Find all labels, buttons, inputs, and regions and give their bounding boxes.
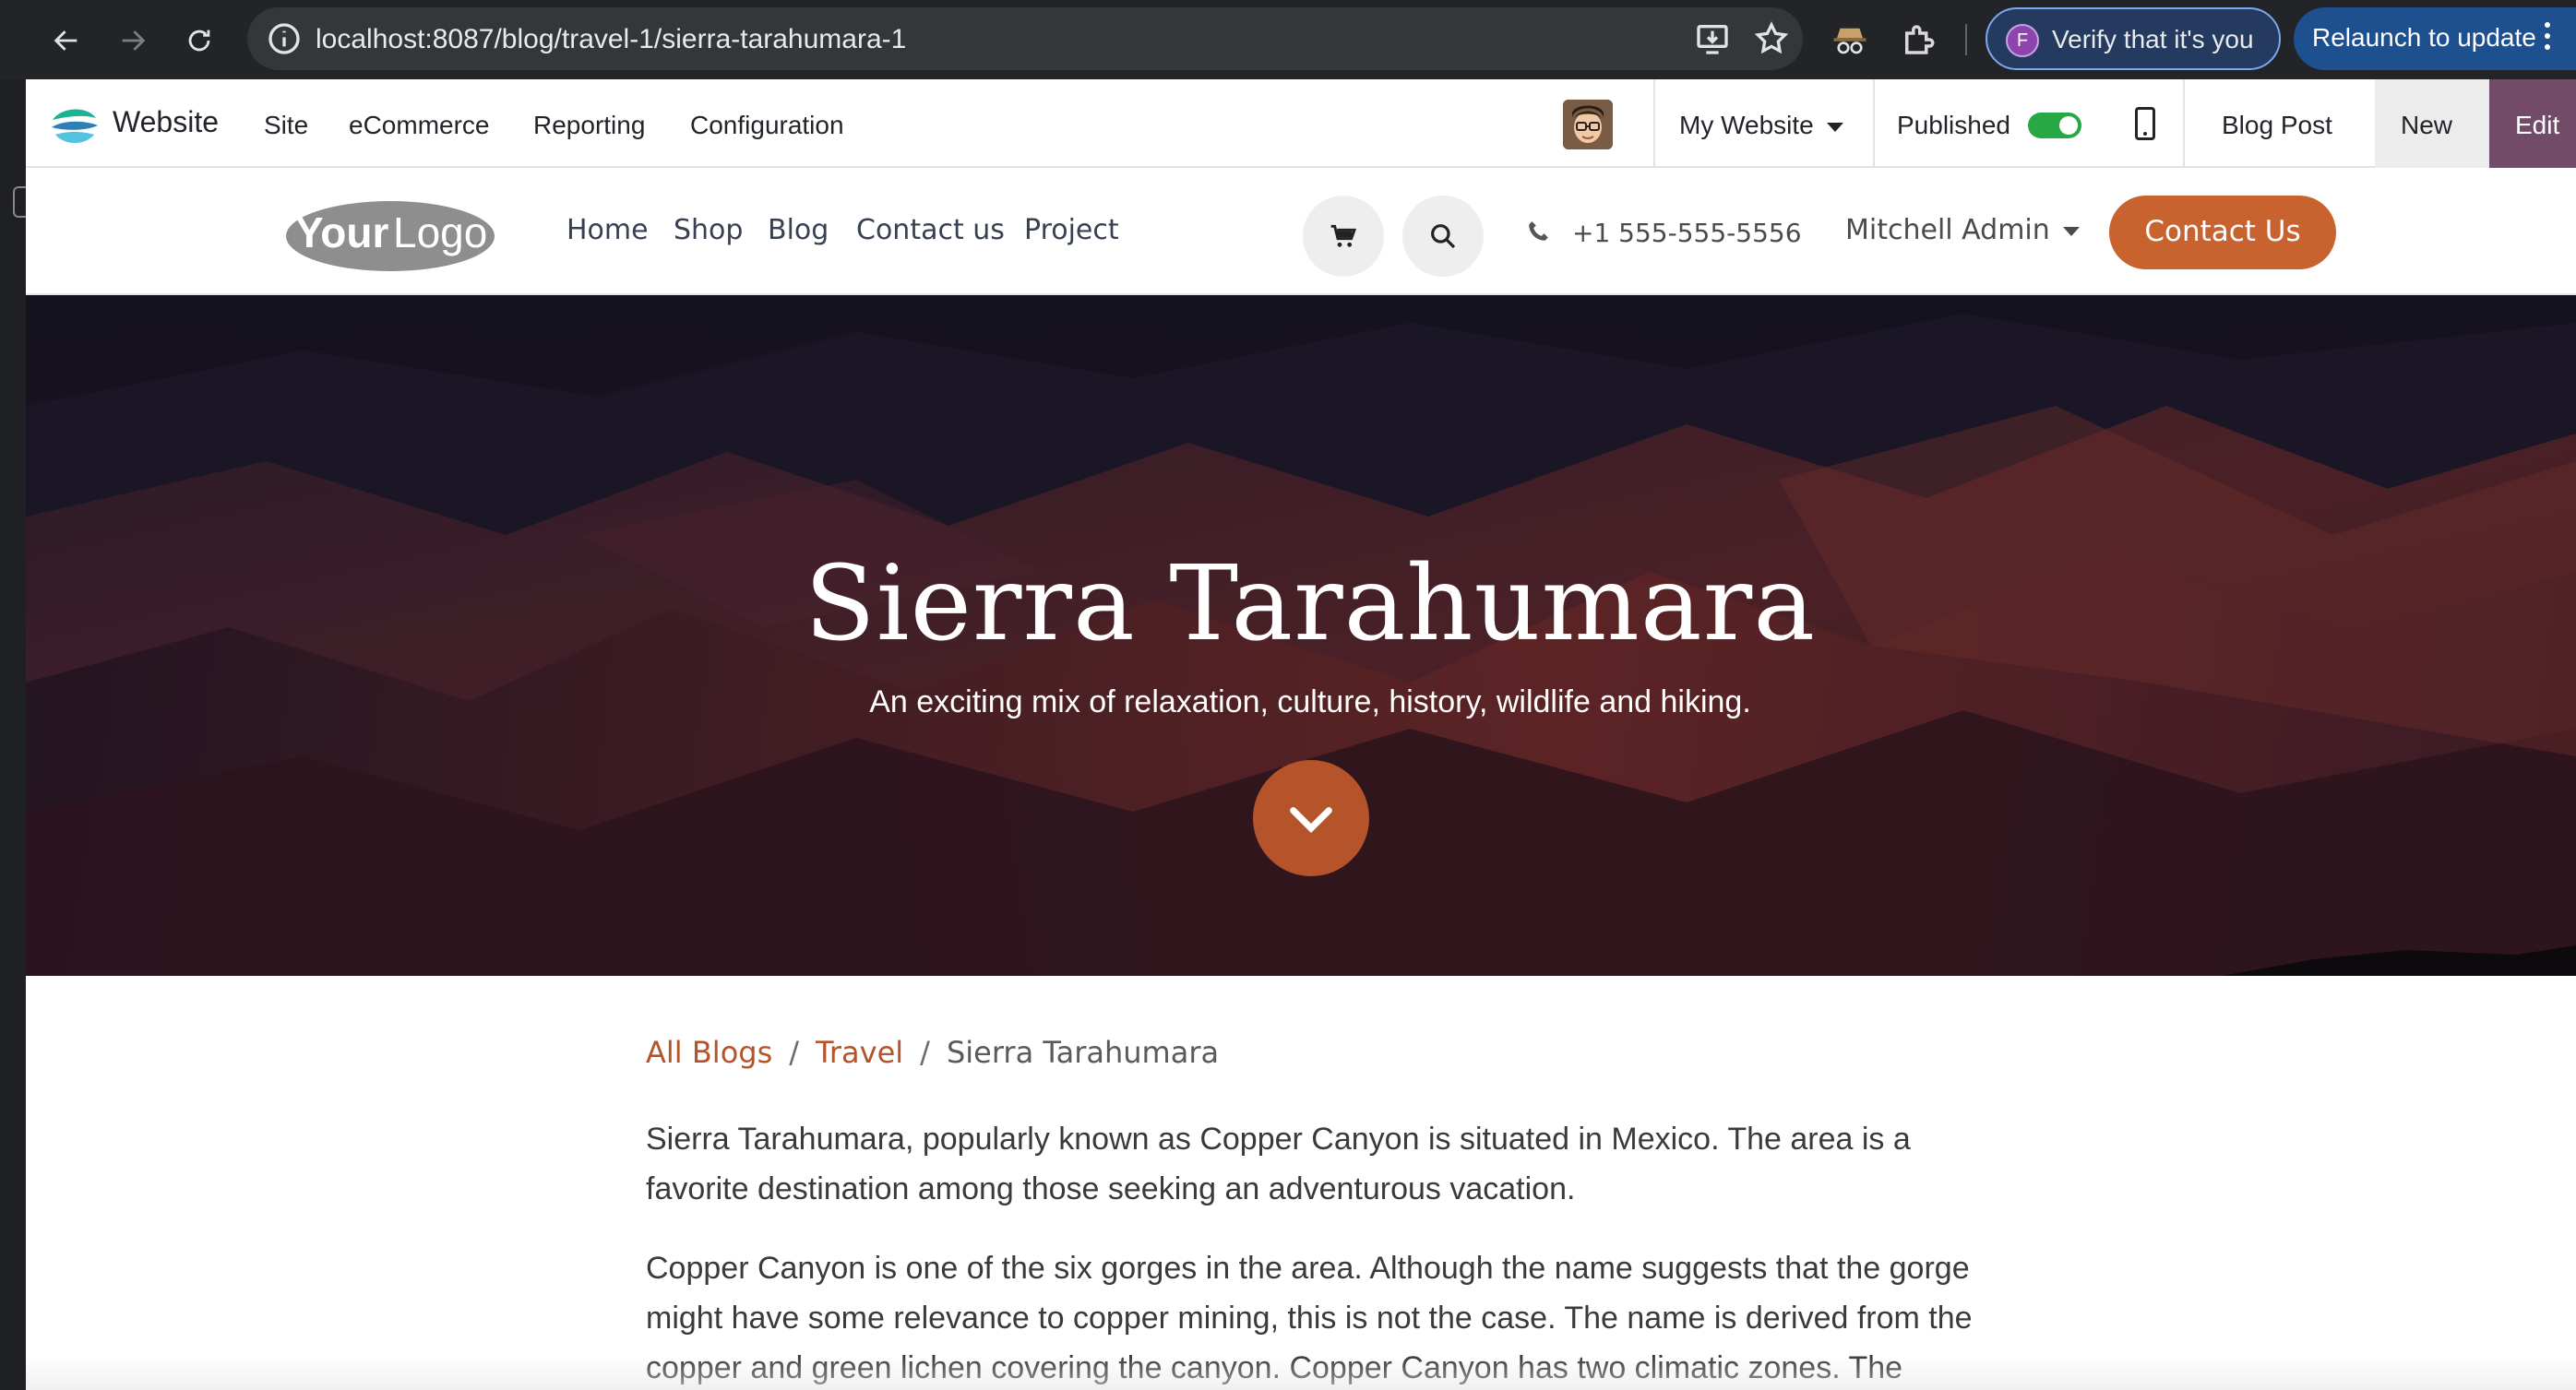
- more-menu-icon[interactable]: [2543, 22, 2552, 55]
- user-menu[interactable]: Mitchell Admin: [1845, 214, 2080, 246]
- search-icon: [1431, 224, 1456, 249]
- side-panel-edge: [0, 79, 26, 1390]
- article-line: might have some relevance to copper mini…: [646, 1301, 1973, 1336]
- extensions-puzzle-icon[interactable]: [1899, 20, 1938, 59]
- cart-icon: [1330, 224, 1357, 247]
- article-line: favorite destination among those seeking…: [646, 1171, 1576, 1206]
- user-avatar[interactable]: [1563, 100, 1613, 149]
- phone-icon: [1529, 221, 1548, 241]
- admin-divider: [2183, 79, 2185, 168]
- breadcrumb: All Blogs / Travel / Sierra Tarahumara: [646, 1035, 1219, 1070]
- cart-button[interactable]: [1303, 196, 1384, 277]
- contact-us-button[interactable]: Contact Us: [2109, 196, 2336, 269]
- install-app-icon[interactable]: [1694, 20, 1731, 57]
- menu-reporting[interactable]: Reporting: [533, 111, 645, 140]
- blog-post-subtitle: An exciting mix of relaxation, culture, …: [869, 684, 1751, 719]
- breadcrumb-all-blogs[interactable]: All Blogs: [646, 1035, 772, 1070]
- breadcrumb-travel[interactable]: Travel: [816, 1035, 903, 1070]
- verify-label: Verify that it's you: [2052, 25, 2254, 53]
- spy-extension-icon[interactable]: [1831, 20, 1869, 59]
- menu-site[interactable]: Site: [264, 111, 308, 140]
- scroll-down-button[interactable]: [1253, 760, 1369, 876]
- website-app-icon[interactable]: [50, 100, 100, 149]
- chevron-down-icon: [1290, 807, 1332, 834]
- chevron-down-icon: [2062, 226, 2080, 236]
- info-icon[interactable]: [266, 20, 303, 57]
- toolbar-divider: [1965, 24, 1967, 55]
- page: localhost:8087/blog/travel-1/sierra-tara…: [0, 0, 2576, 1390]
- app-name[interactable]: Website: [113, 105, 219, 139]
- search-button[interactable]: [1402, 196, 1484, 277]
- website-admin-bar: Website Site eCommerce Reporting Configu…: [26, 79, 2576, 168]
- phone-number[interactable]: +1 555-555-5556: [1572, 218, 1802, 248]
- browser-toolbar: localhost:8087/blog/travel-1/sierra-tara…: [0, 0, 2576, 79]
- site-header: Your Logo Home Shop Blog Contact us Proj…: [26, 168, 2576, 295]
- logo-text-logo: Logo: [393, 208, 487, 256]
- nav-contact-us[interactable]: Contact us: [856, 214, 1005, 246]
- bottom-fade: [26, 1356, 2576, 1390]
- edit-label: Edit: [2515, 111, 2560, 139]
- article-paragraph: Sierra Tarahumara, popularly known as Co…: [646, 1114, 1974, 1214]
- mobile-preview-icon[interactable]: [2135, 107, 2155, 140]
- chevron-down-icon: [1826, 122, 1843, 132]
- breadcrumb-separator: /: [920, 1035, 930, 1070]
- nav-home[interactable]: Home: [566, 214, 649, 246]
- forward-arrow-icon[interactable]: [107, 15, 159, 66]
- admin-divider: [1653, 79, 1655, 168]
- verify-identity-button[interactable]: F Verify that it's you: [1986, 7, 2281, 70]
- article-line: Sierra Tarahumara, popularly known as Co…: [646, 1122, 1911, 1157]
- new-label: New: [2401, 111, 2453, 139]
- relaunch-label: Relaunch to update: [2312, 23, 2536, 52]
- new-button[interactable]: New: [2375, 79, 2489, 168]
- nav-blog[interactable]: Blog: [768, 214, 829, 246]
- breadcrumb-separator: /: [789, 1035, 800, 1070]
- breadcrumb-current: Sierra Tarahumara: [946, 1035, 1220, 1070]
- published-toggle[interactable]: [2028, 113, 2081, 138]
- blog-post-title: Sierra Tarahumara: [805, 544, 1816, 664]
- logo-text-your: Your: [295, 208, 388, 256]
- published-label: Published: [1897, 111, 2010, 139]
- bookmark-star-icon[interactable]: [1753, 20, 1790, 57]
- nav-project[interactable]: Project: [1024, 214, 1119, 246]
- page-type-label[interactable]: Blog Post: [2222, 111, 2332, 140]
- user-name: Mitchell Admin: [1845, 214, 2050, 246]
- side-panel-icon[interactable]: [13, 186, 26, 218]
- address-bar[interactable]: localhost:8087/blog/travel-1/sierra-tara…: [247, 7, 1803, 70]
- admin-divider: [1873, 79, 1875, 168]
- reload-icon[interactable]: [173, 15, 225, 66]
- profile-avatar: F: [2006, 24, 2039, 57]
- article-line: Copper Canyon is one of the six gorges i…: [646, 1251, 1970, 1286]
- website-selector-label: My Website: [1679, 111, 1814, 139]
- website-selector[interactable]: My Website: [1679, 111, 1843, 140]
- menu-ecommerce[interactable]: eCommerce: [349, 111, 489, 140]
- nav-shop[interactable]: Shop: [674, 214, 743, 246]
- blog-cover: Sierra Tarahumara An exciting mix of rel…: [26, 295, 2576, 976]
- back-arrow-icon[interactable]: [41, 15, 92, 66]
- site-logo[interactable]: Your Logo: [284, 196, 496, 273]
- url-text[interactable]: localhost:8087/blog/travel-1/sierra-tara…: [316, 24, 906, 55]
- relaunch-button[interactable]: Relaunch to update: [2294, 7, 2576, 70]
- contact-us-label: Contact Us: [2144, 215, 2301, 248]
- edit-button[interactable]: Edit: [2489, 79, 2576, 168]
- menu-configuration[interactable]: Configuration: [690, 111, 844, 140]
